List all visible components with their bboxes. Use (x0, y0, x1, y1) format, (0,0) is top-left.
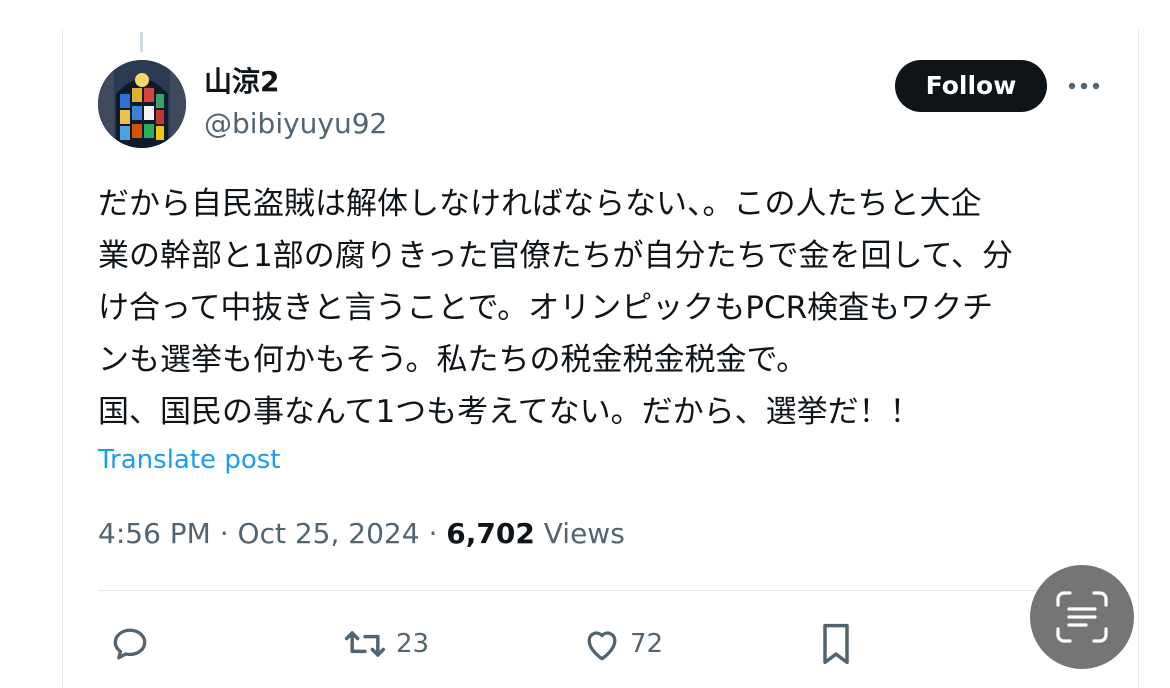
reply-icon (113, 628, 147, 660)
live-text-scan-button[interactable] (1030, 565, 1134, 669)
bookmark-icon (823, 623, 849, 665)
reply-button[interactable] (108, 620, 152, 668)
card-border (62, 30, 63, 688)
like-button[interactable]: 72 (580, 620, 663, 668)
tweet-text-line: 国、国民の事なんて1つも考えてない。だから、選挙だ！！ (98, 394, 921, 430)
bookmark-button[interactable] (814, 620, 858, 668)
author-name[interactable]: 山涼2 (204, 64, 279, 100)
avatar[interactable] (98, 60, 186, 148)
tweet-text: だから自民盗賊は解体しなければならない、。この人たちと大企 業の幹部と1部の腐り… (98, 178, 1108, 438)
tweet-text-line: だから自民盗賊は解体しなければならない、。この人たちと大企 (98, 186, 982, 222)
tweet-text-line: ンも選挙も何かもそう。私たちの税金税金税金で。 (98, 342, 808, 378)
repost-count: 23 (396, 629, 430, 659)
card-border (1138, 30, 1139, 688)
repost-button[interactable]: 23 (340, 620, 429, 668)
meta-separator: · (428, 517, 438, 550)
tweet-text-line: け合って中抜きと言うことで。オリンピックもPCR検査もワクチ (98, 290, 994, 326)
heart-icon (587, 631, 617, 661)
tweet-screenshot: 山涼2 @bibiyuyu92 Follow だから自民盗賊は解体しなければなら… (0, 0, 1170, 688)
thread-connector-line (140, 32, 143, 52)
tweet-date[interactable]: Oct 25, 2024 (238, 517, 420, 550)
views-label: Views (543, 517, 625, 550)
meta-separator: · (219, 517, 229, 550)
translate-post-link[interactable]: Translate post (98, 442, 280, 478)
follow-button[interactable]: Follow (895, 60, 1047, 112)
repost-icon (344, 631, 386, 657)
author-handle[interactable]: @bibiyuyu92 (204, 106, 387, 142)
more-options-icon[interactable] (1066, 72, 1106, 100)
divider (98, 590, 1108, 591)
tweet-time[interactable]: 4:56 PM (98, 517, 211, 550)
like-count: 72 (630, 629, 664, 659)
tweet-text-line: 業の幹部と1部の腐りきった官僚たちが自分たちで金を回して、分 (98, 238, 1013, 274)
tweet-metadata: 4:56 PM · Oct 25, 2024 · 6,702 Views (98, 514, 625, 554)
live-text-scan-icon (1056, 591, 1108, 643)
views-count: 6,702 (446, 517, 535, 550)
